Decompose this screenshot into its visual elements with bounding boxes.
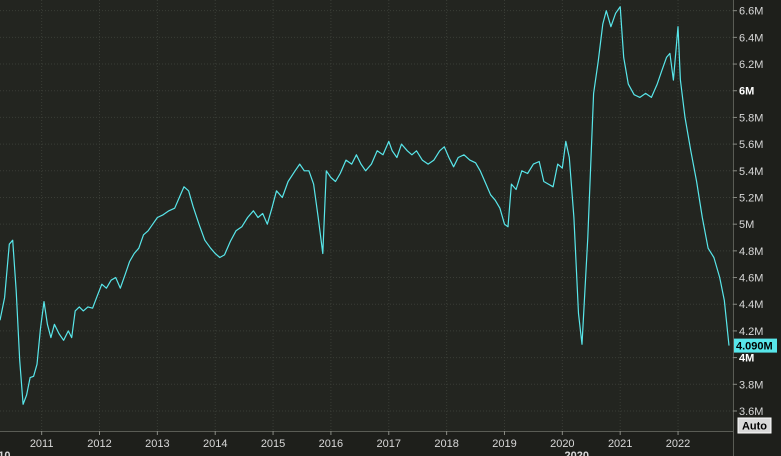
chart: 3.6M 3.8M 4M 4.2M 4.4M 4.6M 4.8M 5M 5.2M 5.4M 5.6M… [0, 0, 781, 456]
x-tick-label: 2020 [550, 438, 574, 450]
x-tick-label: 2018 [434, 438, 458, 450]
y-tick-label: 5.8M [739, 112, 763, 124]
y-tick-label: 5.4M [739, 166, 763, 178]
chart-svg: 3.6M 3.8M 4M 4.2M 4.4M 4.6M 4.8M 5M 5.2M 5.4M 5.6M… [0, 0, 777, 456]
x-tick-label: 2017 [377, 438, 401, 450]
y-tick-label: 6M [739, 86, 754, 98]
x-tick-label: 2019 [492, 438, 516, 450]
x-tick-label: 2015 [261, 438, 285, 450]
y-tick-label: 6.4M [739, 32, 763, 44]
y-tick-label: 4.8M [739, 246, 763, 258]
y-tick-label: 3.8M [739, 379, 763, 391]
x-tick-label: 2012 [87, 438, 111, 450]
y-tick-label: 3.6M [739, 406, 763, 418]
y-tick-label: 4M [739, 353, 754, 365]
decade-label: 2010 [0, 450, 11, 456]
decade-label: 2020 [565, 450, 589, 456]
x-tick-label: 2021 [608, 438, 632, 450]
x-tick-label: 2013 [145, 438, 169, 450]
last-value-label: 4.090M [736, 341, 773, 353]
y-tick-label: 5M [739, 219, 754, 231]
auto-button-label[interactable]: Auto [742, 421, 767, 433]
y-tick-label: 4.2M [739, 326, 763, 338]
y-tick-label: 5.2M [739, 192, 763, 204]
y-tick-label: 4.4M [739, 299, 763, 311]
y-tick-label: 6.6M [739, 6, 763, 18]
x-tick-label: 2011 [30, 438, 54, 450]
x-tick-label: 2022 [666, 438, 690, 450]
x-tick-label: 2014 [203, 438, 227, 450]
plot-area [0, 0, 733, 431]
x-tick-label: 2016 [319, 438, 343, 450]
y-tick-label: 6.2M [739, 59, 763, 71]
y-tick-label: 5.6M [739, 139, 763, 151]
y-tick-label: 4.6M [739, 273, 763, 285]
